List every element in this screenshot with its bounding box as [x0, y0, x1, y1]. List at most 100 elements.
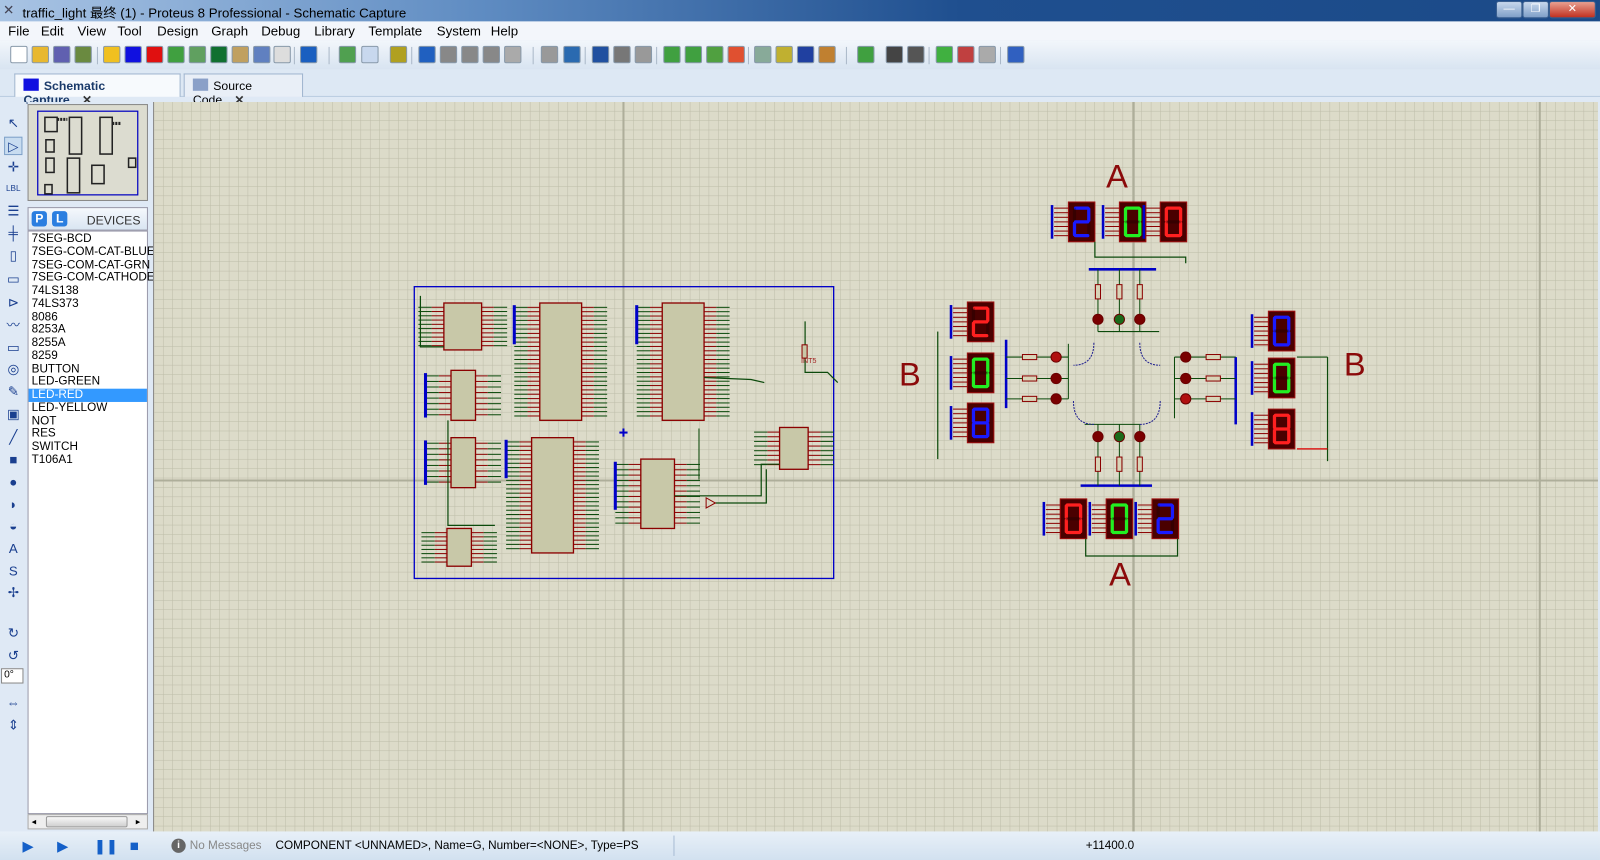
arc-icon[interactable]: ◗ — [4, 496, 22, 514]
open-icon[interactable] — [31, 45, 49, 64]
ares-icon[interactable] — [145, 45, 164, 64]
menu-graph[interactable]: Graph — [211, 23, 248, 38]
terminals-icon[interactable]: ▭ — [4, 270, 22, 288]
rotate-ccw-icon[interactable]: ↺ — [4, 647, 22, 665]
device-list-item[interactable]: RES — [29, 428, 147, 441]
remove-sheet-icon[interactable] — [957, 45, 975, 64]
library-manager-button[interactable]: L — [52, 211, 68, 227]
close-button[interactable]: ✕ — [1548, 1, 1596, 19]
decompose-icon[interactable] — [818, 45, 836, 64]
box-icon[interactable]: ■ — [4, 451, 22, 469]
menu-design[interactable]: Design — [157, 23, 198, 38]
maximize-button[interactable]: ❐ — [1522, 1, 1549, 19]
device-list-item[interactable]: 8255A — [29, 337, 147, 350]
tab-source-code[interactable]: Source Code ✕ — [183, 73, 304, 107]
device-list-item[interactable]: 7SEG-COM-CATHODE — [29, 272, 155, 285]
pan-icon[interactable] — [418, 45, 436, 64]
refresh-icon[interactable] — [338, 45, 357, 64]
flip-horizontal-icon[interactable]: ⇔ — [4, 694, 22, 712]
marker-icon[interactable]: ✢ — [4, 584, 22, 602]
import-icon[interactable] — [74, 45, 92, 64]
tab-schematic-capture[interactable]: Schematic Capture ✕ — [14, 73, 181, 107]
schematic-canvas[interactable]: INT5 A A B B — [153, 102, 1598, 832]
virtual-instruments-icon[interactable]: ▣ — [4, 405, 22, 423]
paste-icon[interactable] — [634, 45, 653, 64]
overview-window[interactable] — [27, 104, 148, 201]
messages-status[interactable]: No Messages — [190, 840, 262, 852]
3d-icon[interactable] — [167, 45, 185, 64]
gerber-icon[interactable] — [188, 45, 207, 64]
device-list-item[interactable]: 74LS138 — [29, 285, 147, 298]
text-icon[interactable]: A — [4, 540, 22, 558]
copy-icon[interactable] — [613, 45, 631, 64]
source-code-icon[interactable] — [253, 45, 271, 64]
step-icon[interactable]: ▶ — [57, 838, 71, 854]
new-sheet-icon[interactable] — [935, 45, 954, 64]
voltage-probe-icon[interactable]: ✎ — [4, 383, 22, 401]
device-list-item[interactable]: SWITCH — [29, 441, 147, 454]
horizontal-scrollbar[interactable]: ◂ ▸ — [27, 814, 148, 830]
menu-debug[interactable]: Debug — [261, 23, 300, 38]
line-icon[interactable]: ╱ — [4, 428, 22, 446]
device-list-item[interactable]: LED-RED — [28, 388, 147, 402]
exit-to-parent-icon[interactable] — [978, 45, 996, 64]
isis-icon[interactable] — [124, 45, 142, 64]
menu-file[interactable]: File — [8, 23, 29, 38]
new-icon[interactable] — [10, 45, 28, 64]
component-mode-icon[interactable]: ▷ — [4, 136, 23, 156]
rotate-cw-icon[interactable]: ↻ — [4, 624, 22, 642]
origin-icon[interactable] — [389, 45, 408, 64]
device-list-item[interactable]: 74LS373 — [29, 298, 147, 311]
tape-recorder-icon[interactable]: ▭ — [4, 339, 22, 357]
block-delete-icon[interactable] — [727, 45, 745, 64]
cut-icon[interactable] — [591, 45, 610, 64]
menu-help[interactable]: Help — [491, 23, 518, 38]
device-list[interactable]: 7SEG-BCD 7SEG-COM-CAT-BLUE 7SEG-COM-CAT-GR… — [27, 230, 155, 815]
bom-icon[interactable] — [231, 45, 249, 64]
buses-icon[interactable]: ╪ — [4, 224, 22, 242]
wire-label-icon[interactable]: LBL — [4, 180, 22, 198]
search-icon[interactable] — [885, 45, 904, 64]
minimize-button[interactable]: — — [1495, 1, 1523, 19]
design-explorer-icon[interactable] — [210, 45, 228, 64]
save-icon[interactable] — [53, 45, 71, 64]
menu-library[interactable]: Library — [314, 23, 355, 38]
property-tool-icon[interactable] — [907, 45, 925, 64]
undo-icon[interactable] — [540, 45, 559, 64]
symbol-icon[interactable]: S — [4, 562, 22, 580]
device-list-item[interactable]: T106A1 — [29, 454, 147, 467]
device-list-item[interactable]: 8086 — [29, 311, 147, 324]
zoom-in-icon[interactable] — [439, 45, 458, 64]
device-list-item[interactable]: 7SEG-COM-CAT-GRN — [29, 259, 150, 272]
device-list-item[interactable]: LED-GREEN — [29, 376, 147, 389]
redo-icon[interactable] — [563, 45, 581, 64]
zoom-area-icon[interactable] — [504, 45, 522, 64]
scroll-left-icon[interactable]: ◂ — [32, 816, 37, 827]
home-icon[interactable] — [103, 45, 121, 64]
generator-icon[interactable]: ◎ — [4, 360, 22, 378]
notes-icon[interactable] — [273, 45, 291, 64]
make-device-icon[interactable] — [775, 45, 793, 64]
stop-icon[interactable]: ■ — [130, 839, 144, 854]
subcircuit-icon[interactable]: ▯ — [4, 247, 22, 265]
pause-icon[interactable]: ❚❚ — [94, 838, 118, 854]
device-list-item[interactable]: 8253A — [29, 324, 147, 337]
menu-edit[interactable]: Edit — [41, 23, 64, 38]
wire-autorouter-icon[interactable] — [857, 45, 875, 64]
device-pins-icon[interactable]: ⊳ — [4, 294, 22, 312]
device-list-item[interactable]: 7SEG-BCD — [29, 233, 147, 246]
path-icon[interactable]: ◒ — [4, 517, 22, 535]
menu-view[interactable]: View — [78, 23, 107, 38]
grid-icon[interactable] — [361, 45, 379, 64]
help-icon[interactable] — [299, 45, 318, 64]
rotation-field[interactable]: 0° — [1, 668, 24, 684]
pick-devices-button[interactable]: P — [31, 211, 47, 227]
scroll-right-icon[interactable]: ▸ — [136, 816, 141, 827]
device-list-item[interactable]: BUTTON — [29, 363, 147, 376]
device-list-item[interactable]: NOT — [29, 415, 147, 428]
flip-vertical-icon[interactable]: ⇕ — [4, 716, 22, 734]
block-copy-icon[interactable] — [663, 45, 681, 64]
circle-icon[interactable]: ● — [4, 473, 22, 491]
text-script-icon[interactable]: ☰ — [4, 202, 22, 220]
device-list-item[interactable]: 8259 — [29, 350, 147, 363]
